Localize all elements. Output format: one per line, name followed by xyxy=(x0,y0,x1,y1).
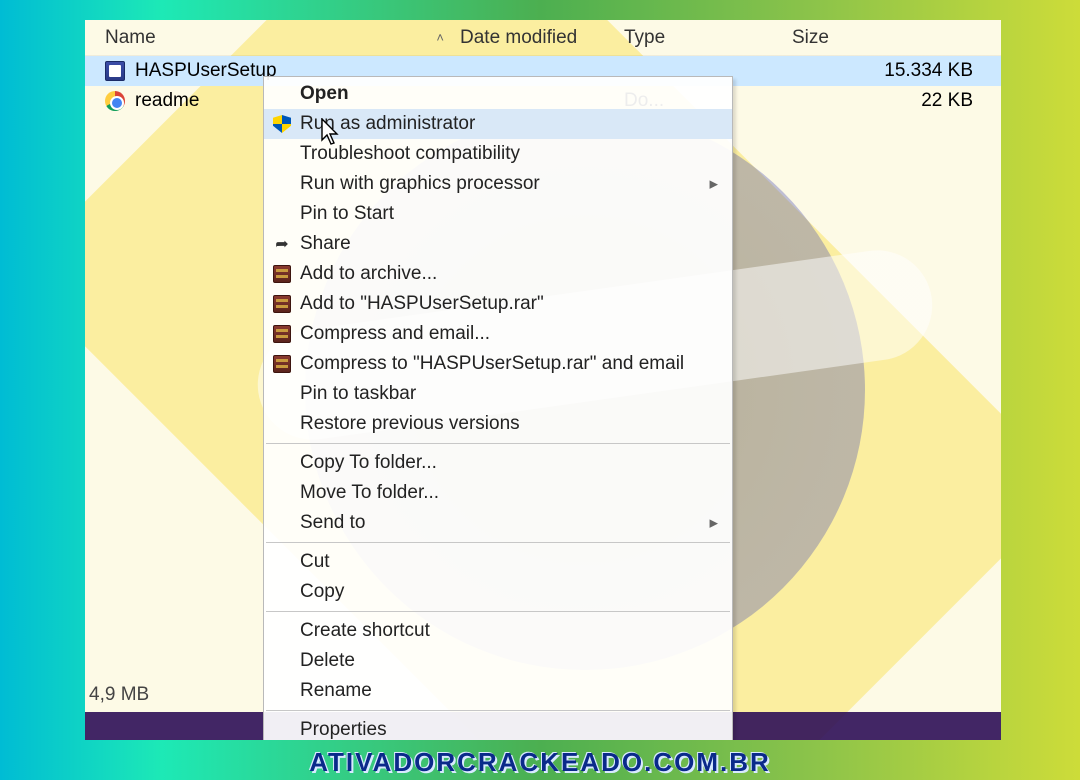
watermark-text: ATIVADORCRACKEADO.COM.BR xyxy=(0,747,1080,778)
menu-add-to-archive[interactable]: Add to archive... xyxy=(264,259,732,289)
menu-cut[interactable]: Cut xyxy=(264,547,732,577)
menu-share[interactable]: ➦ Share xyxy=(264,229,732,259)
menu-pin-to-start[interactable]: Pin to Start xyxy=(264,199,732,229)
submenu-arrow-icon: ▸ xyxy=(709,513,718,533)
column-type[interactable]: Type xyxy=(624,27,742,49)
menu-pin-to-taskbar[interactable]: Pin to taskbar xyxy=(264,379,732,409)
column-name[interactable]: Name xyxy=(105,27,156,49)
file-name: HASPUserSetup xyxy=(135,60,277,82)
submenu-arrow-icon: ▸ xyxy=(709,174,718,194)
archive-icon xyxy=(272,294,292,314)
menu-rename[interactable]: Rename xyxy=(264,676,732,706)
menu-separator xyxy=(266,611,730,612)
menu-compress-named-and-email[interactable]: Compress to "HASPUserSetup.rar" and emai… xyxy=(264,349,732,379)
menu-separator xyxy=(266,710,730,711)
menu-separator xyxy=(266,542,730,543)
installer-icon xyxy=(105,61,125,81)
menu-add-to-named-archive[interactable]: Add to "HASPUserSetup.rar" xyxy=(264,289,732,319)
chrome-icon xyxy=(105,91,125,111)
menu-separator xyxy=(266,443,730,444)
archive-icon xyxy=(272,264,292,284)
file-size: 15.334 KB xyxy=(742,60,1001,82)
explorer-window: Name ˄ Date modified Type Size HASPUserS… xyxy=(85,20,1001,740)
file-size: 22 KB xyxy=(742,90,1001,112)
menu-move-to-folder[interactable]: Move To folder... xyxy=(264,478,732,508)
menu-restore-previous-versions[interactable]: Restore previous versions xyxy=(264,409,732,439)
column-date[interactable]: Date modified xyxy=(460,27,624,49)
menu-open[interactable]: Open xyxy=(264,79,732,109)
menu-send-to[interactable]: Send to ▸ xyxy=(264,508,732,538)
archive-icon xyxy=(272,324,292,344)
column-size[interactable]: Size xyxy=(742,27,1001,49)
file-name: readme xyxy=(135,90,199,112)
context-menu: Open Run as administrator Troubleshoot c… xyxy=(263,76,733,740)
menu-run-as-administrator[interactable]: Run as administrator xyxy=(264,109,732,139)
menu-create-shortcut[interactable]: Create shortcut xyxy=(264,616,732,646)
menu-delete[interactable]: Delete xyxy=(264,646,732,676)
column-headers[interactable]: Name ˄ Date modified Type Size xyxy=(85,20,1001,56)
menu-copy[interactable]: Copy xyxy=(264,577,732,607)
archive-icon xyxy=(272,354,292,374)
menu-compress-and-email[interactable]: Compress and email... xyxy=(264,319,732,349)
menu-copy-to-folder[interactable]: Copy To folder... xyxy=(264,448,732,478)
uac-shield-icon xyxy=(272,114,292,134)
sort-ascending-icon: ˄ xyxy=(436,30,444,45)
menu-properties[interactable]: Properties xyxy=(264,715,732,740)
menu-troubleshoot-compatibility[interactable]: Troubleshoot compatibility xyxy=(264,139,732,169)
share-icon: ➦ xyxy=(272,234,292,254)
menu-run-with-graphics-processor[interactable]: Run with graphics processor ▸ xyxy=(264,169,732,199)
status-bar-size: 4,9 MB xyxy=(89,684,149,706)
